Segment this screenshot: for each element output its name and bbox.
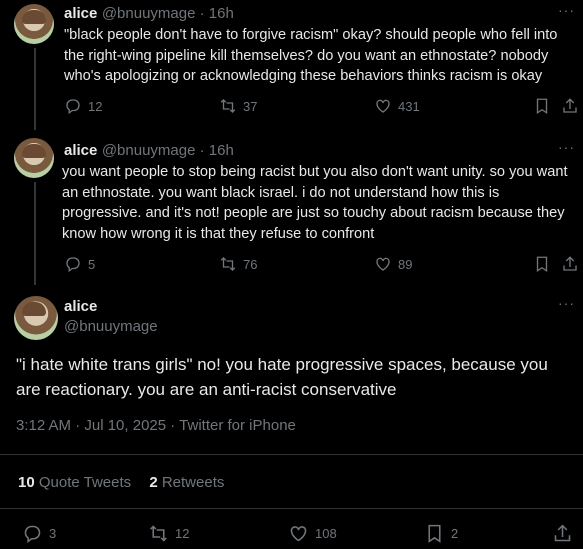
quote-tweets-label: Quote Tweets [38, 474, 132, 491]
bookmark-icon [536, 98, 548, 115]
tweet-text: you want people to stop being racist but… [62, 164, 568, 242]
retweet-count: 12 [175, 526, 190, 541]
bookmark-button[interactable] [533, 97, 551, 115]
retweet-icon [150, 525, 167, 542]
reply-button[interactable]: 5 [64, 255, 95, 273]
tweet-header: alice @bnuuymage · 16h [64, 5, 234, 22]
divider [0, 508, 583, 509]
retweet-icon [220, 99, 236, 113]
avatar[interactable] [14, 4, 54, 44]
retweets-label: Retweets [161, 474, 225, 491]
more-icon[interactable]: ··· [558, 295, 575, 311]
author-handle[interactable]: @bnuuymage [102, 5, 196, 22]
bookmark-count: 2 [451, 526, 459, 541]
heart-icon [290, 526, 307, 542]
retweet-button[interactable]: 37 [219, 97, 257, 115]
main-author-name[interactable]: alice [64, 298, 97, 315]
retweet-button[interactable]: 76 [219, 255, 257, 273]
reply-icon [24, 525, 41, 543]
tweet[interactable]: alice @bnuuymage · 16h ··· you want peop… [0, 130, 583, 285]
main-author-handle[interactable]: @bnuuymage [64, 318, 158, 335]
share-icon [563, 256, 577, 271]
tweet-time[interactable]: 16h [209, 5, 234, 22]
share-icon [554, 524, 571, 542]
tweet-actions: 12 37 431 [64, 97, 579, 117]
like-count: 108 [315, 526, 337, 541]
thread-line [34, 182, 36, 285]
like-button[interactable]: 108 [288, 523, 337, 544]
tweet-header: alice @bnuuymage · 16h [64, 142, 234, 159]
reply-button[interactable]: 3 [22, 523, 56, 544]
reply-icon [66, 257, 80, 273]
reply-button[interactable]: 12 [64, 97, 102, 115]
reply-count: 3 [49, 526, 57, 541]
reply-count: 12 [88, 98, 103, 114]
author-name[interactable]: alice [64, 5, 97, 22]
tweet[interactable]: alice @bnuuymage · 16h ··· "black people… [0, 0, 583, 130]
retweet-count: 37 [243, 98, 258, 114]
share-icon [563, 98, 577, 113]
author-name[interactable]: alice [64, 142, 97, 159]
reply-icon [66, 99, 80, 115]
tweet-stats: 10 Quote Tweets 2 Retweets [18, 474, 224, 491]
like-button[interactable]: 89 [374, 255, 412, 273]
main-avatar[interactable] [14, 296, 58, 340]
like-button[interactable]: 431 [374, 97, 420, 115]
like-count: 89 [398, 256, 413, 272]
tweet-timestamp[interactable]: 3:12 AM · Jul 10, 2025 · Twitter for iPh… [16, 417, 296, 434]
share-button[interactable] [561, 255, 579, 273]
like-count: 431 [398, 98, 420, 114]
main-tweet-text: "i hate white trans girls" no! you hate … [16, 355, 548, 399]
bookmark-button[interactable] [533, 255, 551, 273]
bookmark-icon [536, 256, 548, 273]
retweet-icon [220, 257, 236, 271]
share-button[interactable] [561, 97, 579, 115]
retweets-count: 2 [149, 474, 158, 491]
heart-icon [376, 99, 390, 113]
quote-tweets-count: 10 [18, 474, 35, 491]
retweets-link[interactable]: 2 Retweets [149, 474, 224, 491]
thread-line [34, 48, 36, 130]
avatar[interactable] [14, 138, 54, 178]
share-button[interactable] [552, 523, 573, 544]
more-icon[interactable]: ··· [558, 2, 575, 18]
heart-icon [376, 257, 390, 271]
quote-tweets-link[interactable]: 10 Quote Tweets [18, 474, 131, 491]
tweet-text: "black people don't have to forgive raci… [64, 27, 558, 84]
main-tweet-actions: 3 12 108 2 [0, 523, 583, 545]
divider [0, 454, 583, 455]
tweet-time[interactable]: 16h [209, 142, 234, 159]
retweet-count: 76 [243, 256, 258, 272]
bookmark-button[interactable]: 2 [424, 523, 458, 544]
author-handle[interactable]: @bnuuymage [102, 142, 196, 159]
reply-count: 5 [88, 256, 96, 272]
retweet-button[interactable]: 12 [148, 523, 189, 544]
more-icon[interactable]: ··· [558, 139, 575, 155]
bookmark-icon [428, 524, 441, 543]
tweet-actions: 5 76 89 [64, 255, 579, 275]
